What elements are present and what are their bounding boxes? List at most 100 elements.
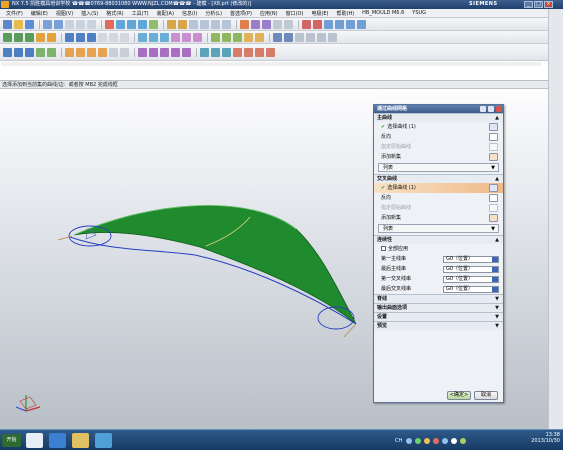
maximize-icon[interactable]: □ bbox=[534, 1, 543, 8]
chamfer-icon[interactable] bbox=[109, 32, 118, 42]
continuity-select[interactable]: G0（位置） bbox=[443, 266, 499, 273]
output-surface-options-section[interactable]: 输出曲面选项 ▼ bbox=[374, 303, 503, 312]
tray-app-icon[interactable] bbox=[460, 437, 467, 444]
cancel-button[interactable]: 取消 bbox=[474, 391, 498, 400]
menu-analysis[interactable]: 分析(L) bbox=[201, 10, 226, 17]
primary-select-curve-row[interactable]: ✔ 选择曲线 (1) bbox=[374, 122, 503, 132]
volume-icon[interactable] bbox=[451, 437, 458, 444]
replace-face-icon[interactable] bbox=[222, 32, 231, 42]
view-iso-icon[interactable] bbox=[222, 19, 231, 29]
snap-point-icon[interactable] bbox=[149, 47, 158, 57]
dropdown-arrow-icon[interactable] bbox=[492, 287, 498, 292]
continuity-section[interactable]: 连续性 ▲ bbox=[374, 235, 503, 244]
hole-icon[interactable] bbox=[36, 32, 45, 42]
apply-all-row[interactable]: 全部应用 bbox=[374, 244, 503, 254]
electrode-icon[interactable] bbox=[313, 19, 322, 29]
media-app-icon[interactable] bbox=[95, 433, 112, 448]
revolve-icon[interactable] bbox=[25, 32, 34, 42]
mirror-icon[interactable] bbox=[193, 32, 202, 42]
insert-icon[interactable] bbox=[266, 47, 275, 57]
cylinder-icon[interactable] bbox=[335, 19, 344, 29]
snap-mid-icon[interactable] bbox=[171, 47, 180, 57]
open-icon[interactable] bbox=[14, 19, 23, 29]
snap-end-icon[interactable] bbox=[160, 47, 169, 57]
primary-curves-section[interactable]: 主曲线 ▲ bbox=[374, 113, 503, 122]
rotate-icon[interactable] bbox=[138, 19, 147, 29]
continuity-select[interactable]: G0（位置） bbox=[443, 276, 499, 283]
dialog-reset-icon[interactable] bbox=[488, 106, 494, 112]
cross-reverse-row[interactable]: 反向 bbox=[374, 193, 503, 203]
unite-icon[interactable] bbox=[65, 32, 74, 42]
view-top-icon[interactable] bbox=[200, 19, 209, 29]
show-hide-icon[interactable] bbox=[211, 47, 220, 57]
nx-app-icon[interactable] bbox=[26, 433, 43, 448]
sphere-icon[interactable] bbox=[357, 19, 366, 29]
menu-application[interactable]: 应用(N) bbox=[256, 10, 282, 17]
trim-curve-icon[interactable] bbox=[109, 47, 118, 57]
wcs-icon[interactable] bbox=[251, 19, 260, 29]
preview-section[interactable]: 预览 ▼ bbox=[374, 321, 503, 330]
menu-insert[interactable]: 插入(S) bbox=[77, 10, 102, 17]
analysis-icon[interactable] bbox=[284, 19, 293, 29]
browser-icon[interactable] bbox=[49, 433, 66, 448]
dropdown-arrow-icon[interactable] bbox=[492, 257, 498, 262]
thicken-icon[interactable] bbox=[244, 32, 253, 42]
n-sided-surface-icon[interactable] bbox=[47, 47, 56, 57]
continuity-select[interactable]: G0（位置） bbox=[443, 256, 499, 263]
paste-icon[interactable] bbox=[87, 19, 96, 29]
select-filter-icon[interactable] bbox=[138, 47, 147, 57]
boss-icon[interactable] bbox=[47, 32, 56, 42]
delete-icon[interactable] bbox=[105, 19, 114, 29]
add-set-icon[interactable] bbox=[489, 153, 498, 161]
settings-section[interactable]: 设置 ▼ bbox=[374, 312, 503, 321]
new-icon[interactable] bbox=[3, 19, 12, 29]
parting-icon[interactable] bbox=[244, 47, 253, 57]
mould-wizard-icon[interactable] bbox=[233, 47, 242, 57]
mould-tool-icon[interactable] bbox=[302, 19, 311, 29]
measure-icon[interactable] bbox=[273, 19, 282, 29]
dropdown-arrow-icon[interactable] bbox=[492, 277, 498, 282]
menu-info[interactable]: 信息(I) bbox=[178, 10, 201, 17]
split-body-icon[interactable] bbox=[149, 32, 158, 42]
dropdown-arrow-icon[interactable] bbox=[492, 267, 498, 272]
add-set-icon[interactable] bbox=[489, 214, 498, 222]
move-face-icon[interactable] bbox=[211, 32, 220, 42]
curve-select-icon[interactable] bbox=[489, 123, 498, 131]
intersection-curve-icon[interactable] bbox=[87, 47, 96, 57]
core-cavity-icon[interactable] bbox=[255, 47, 264, 57]
layer-icon[interactable] bbox=[240, 19, 249, 29]
continuity-select[interactable]: G0（位置） bbox=[443, 286, 499, 293]
menu-file[interactable]: 文件(F) bbox=[2, 10, 27, 17]
cut-icon[interactable] bbox=[65, 19, 74, 29]
bridge-curve-icon[interactable] bbox=[98, 47, 107, 57]
start-button[interactable]: 开始 bbox=[2, 434, 21, 447]
offset-curve-icon[interactable] bbox=[65, 47, 74, 57]
apply-all-checkbox[interactable] bbox=[381, 246, 386, 251]
through-curve-mesh-icon[interactable] bbox=[14, 47, 23, 57]
resource-bar[interactable] bbox=[548, 9, 563, 429]
redo-icon[interactable] bbox=[54, 19, 63, 29]
point-icon[interactable] bbox=[295, 32, 304, 42]
reverse-direction-icon[interactable] bbox=[489, 194, 498, 202]
pan-icon[interactable] bbox=[127, 19, 136, 29]
swept-icon[interactable] bbox=[25, 47, 34, 57]
pattern-icon[interactable] bbox=[182, 32, 191, 42]
sketch-icon[interactable] bbox=[3, 32, 12, 42]
dialog-help-icon[interactable] bbox=[480, 106, 486, 112]
clock[interactable]: 13:38 2013/10/30 bbox=[531, 432, 560, 444]
feature-tree-icon[interactable] bbox=[200, 47, 209, 57]
line-icon[interactable] bbox=[306, 32, 315, 42]
menu-assembly[interactable]: 装配(A) bbox=[153, 10, 178, 17]
menu-ysug[interactable]: YSUG bbox=[408, 10, 430, 16]
shell-icon[interactable] bbox=[120, 32, 129, 42]
spine-section[interactable]: 脊线 ▼ bbox=[374, 294, 503, 303]
draft-icon[interactable] bbox=[171, 32, 180, 42]
menu-hb-mould[interactable]: HB_MOULD M6.6 bbox=[358, 10, 408, 16]
subtract-icon[interactable] bbox=[76, 32, 85, 42]
cross-add-set-row[interactable]: 添加新集 bbox=[374, 213, 503, 223]
primary-add-set-row[interactable]: 添加新集 bbox=[374, 152, 503, 162]
primary-list-toggle[interactable]: 列表 ▼ bbox=[378, 163, 499, 172]
fit-icon[interactable] bbox=[149, 19, 158, 29]
intersect-icon[interactable] bbox=[87, 32, 96, 42]
menu-preferences[interactable]: 首选项(P) bbox=[226, 10, 256, 17]
